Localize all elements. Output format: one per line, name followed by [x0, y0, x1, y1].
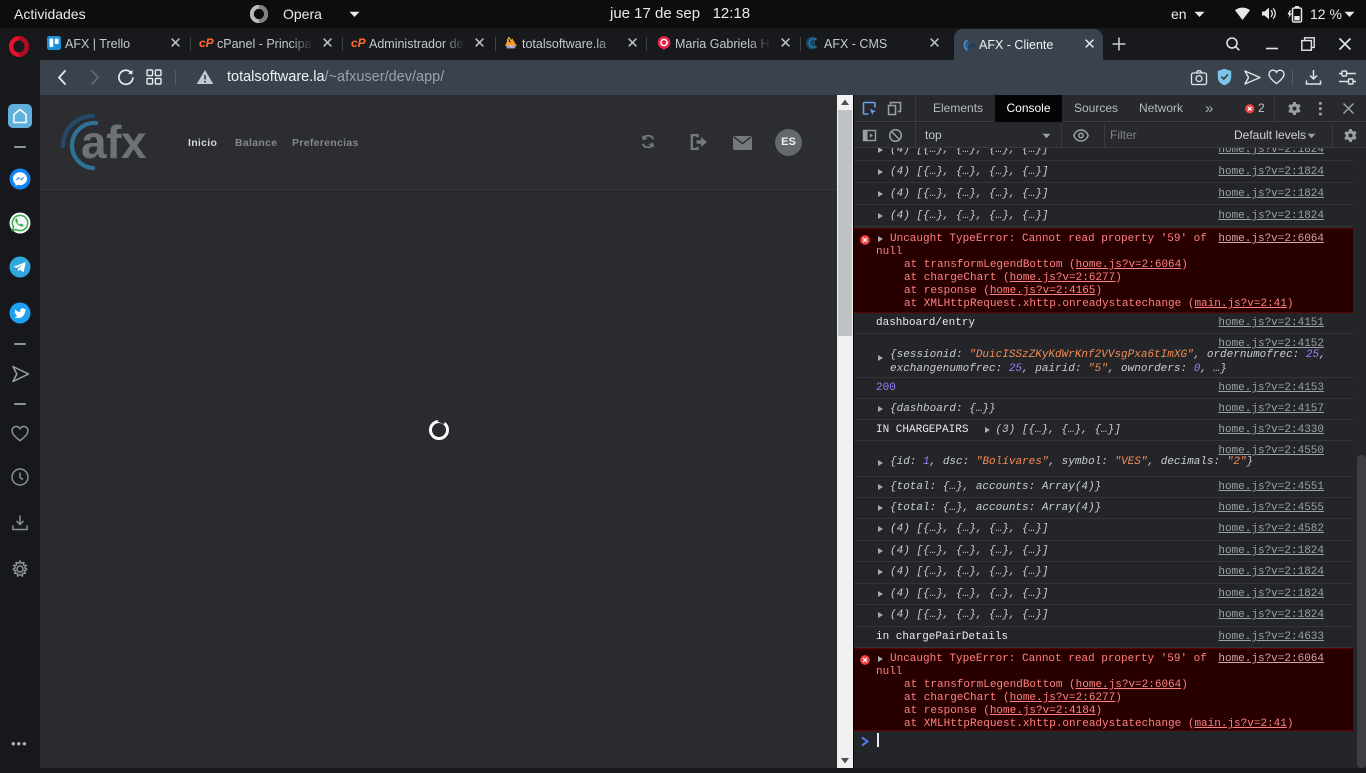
svg-text:PRO: PRO [507, 45, 515, 49]
svg-text:afx: afx [968, 43, 977, 50]
